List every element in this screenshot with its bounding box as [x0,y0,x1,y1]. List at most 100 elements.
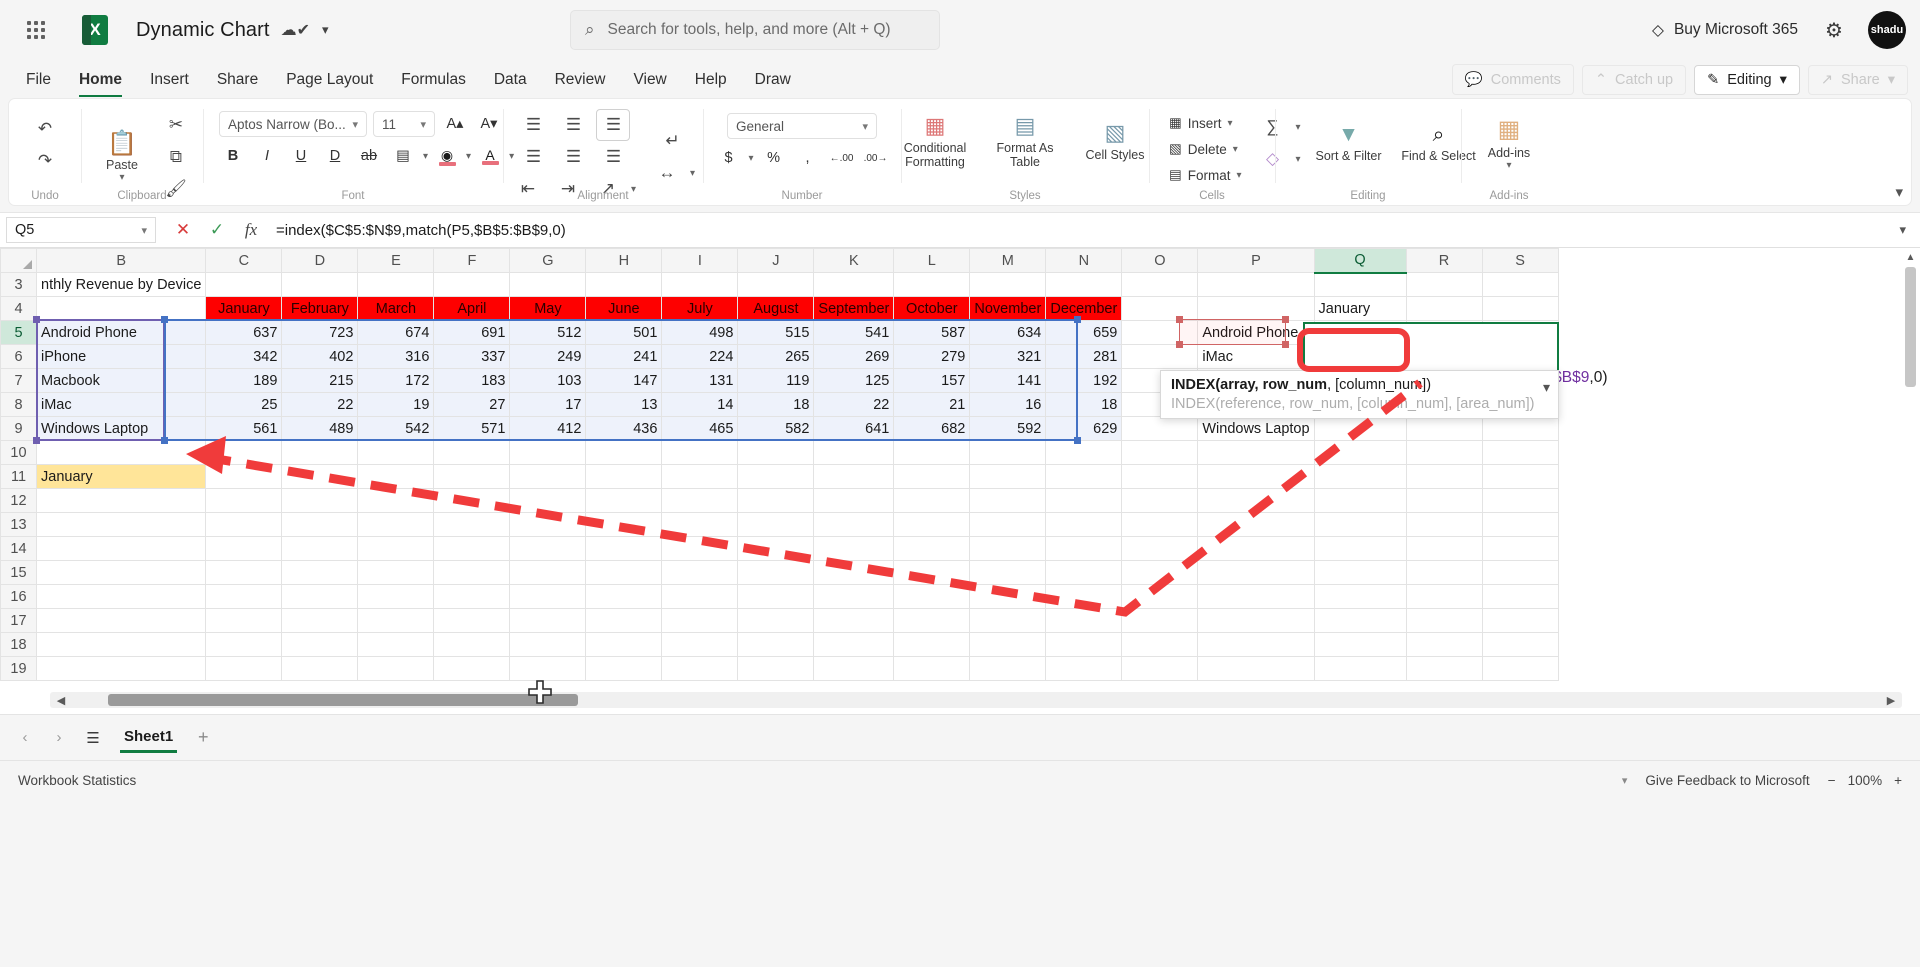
scroll-left-arrow-icon[interactable]: ◀ [50,694,72,707]
cell-B5[interactable]: Android Phone [35,320,207,345]
cell-O6[interactable] [1121,344,1199,369]
cell-G15[interactable] [509,560,587,585]
insert-cells-button[interactable]: ▦ Insert ▾ [1165,110,1246,136]
cell-N8[interactable]: 18 [1045,392,1123,417]
cell-K10[interactable] [813,440,895,465]
cell-G4[interactable]: May [509,296,587,321]
column-header-M[interactable]: M [969,248,1047,273]
cell-N4[interactable]: December [1045,296,1123,321]
cell-O3[interactable] [1121,272,1199,297]
cell-P10[interactable] [1197,440,1315,465]
cell-S10[interactable] [1481,440,1559,465]
cell-C5[interactable]: 637 [205,320,283,345]
cell-K7[interactable]: 125 [813,368,895,393]
column-header-K[interactable]: K [813,248,895,273]
cell-J16[interactable] [737,584,815,609]
cell-J8[interactable]: 18 [737,392,815,417]
cell-M14[interactable] [969,536,1047,561]
cell-E6[interactable]: 316 [357,344,435,369]
italic-button[interactable]: I [253,143,281,169]
row-header-19[interactable]: 19 [0,656,37,681]
cell-K16[interactable] [813,584,895,609]
cell-H4[interactable]: June [585,296,663,321]
cell-Q14[interactable] [1313,536,1407,561]
cell-I7[interactable]: 131 [661,368,739,393]
cell-F14[interactable] [433,536,511,561]
cell-H5[interactable]: 501 [585,320,663,345]
tab-file[interactable]: File [12,65,65,98]
paste-button[interactable]: 📋 Paste ▾ [91,129,153,185]
cell-K8[interactable]: 22 [813,392,895,417]
cell-O10[interactable] [1121,440,1199,465]
cell-B17[interactable] [35,608,207,633]
cell-I9[interactable]: 465 [661,416,739,441]
cell-H11[interactable] [585,464,663,489]
cell-K18[interactable] [813,632,895,657]
cell-G17[interactable] [509,608,587,633]
cell-R4[interactable] [1405,296,1483,321]
column-header-S[interactable]: S [1481,248,1559,273]
cell-G12[interactable] [509,488,587,513]
cell-M19[interactable] [969,656,1047,681]
increase-decimal-button[interactable]: ←.00 [828,145,856,171]
cell-R14[interactable] [1405,536,1483,561]
cell-G7[interactable]: 103 [509,368,587,393]
cell-E7[interactable]: 172 [357,368,435,393]
cell-S18[interactable] [1481,632,1559,657]
tab-help[interactable]: Help [681,65,741,98]
cell-I18[interactable] [661,632,739,657]
cell-B9[interactable]: Windows Laptop [35,416,207,441]
cell-H6[interactable]: 241 [585,344,663,369]
cell-D11[interactable] [281,464,359,489]
scroll-right-arrow-icon[interactable]: ▶ [1880,694,1902,707]
cell-H15[interactable] [585,560,663,585]
cell-B13[interactable] [35,512,207,537]
workbook-statistics-button[interactable]: Workbook Statistics [18,773,136,788]
row-header-3[interactable]: 3 [0,272,37,297]
cell-P18[interactable] [1197,632,1315,657]
column-header-I[interactable]: I [661,248,739,273]
cell-E15[interactable] [357,560,435,585]
cut-button[interactable]: ✂ [159,109,193,141]
format-as-table-button[interactable]: ▤ Format As Table [983,111,1067,171]
cell-L6[interactable]: 279 [893,344,971,369]
cell-N9[interactable]: 629 [1045,416,1123,441]
cell-K3[interactable] [813,272,895,297]
cell-Q16[interactable] [1313,584,1407,609]
chevron-down-icon[interactable]: ▾ [690,168,695,179]
buy-microsoft-365-button[interactable]: ◇ Buy Microsoft 365 [1640,13,1810,48]
cell-B16[interactable] [35,584,207,609]
comments-button[interactable]: 💬 Comments [1451,64,1574,95]
cell-H12[interactable] [585,488,663,513]
cell-J11[interactable] [737,464,815,489]
row-header-18[interactable]: 18 [0,632,37,657]
cell-N5[interactable]: 659 [1045,320,1123,345]
cell-L14[interactable] [893,536,971,561]
cell-S17[interactable] [1481,608,1559,633]
cell-M12[interactable] [969,488,1047,513]
borders-button[interactable]: ▤ [389,143,417,169]
percent-format-button[interactable]: % [760,145,788,171]
cell-L9[interactable]: 682 [893,416,971,441]
double-underline-button[interactable]: D [321,143,349,169]
cancel-x-icon[interactable]: ✕ [168,216,198,244]
column-header-J[interactable]: J [737,248,815,273]
cell-Q13[interactable] [1313,512,1407,537]
cell-L13[interactable] [893,512,971,537]
cell-K5[interactable]: 541 [813,320,895,345]
cell-P5[interactable]: Android Phone [1197,320,1315,345]
decrease-font-size-button[interactable]: A▾ [475,111,503,137]
cell-I3[interactable] [661,272,739,297]
cell-K17[interactable] [813,608,895,633]
cell-H13[interactable] [585,512,663,537]
cell-Q9[interactable] [1313,416,1407,441]
row-header-14[interactable]: 14 [0,536,37,561]
cell-P6[interactable]: iMac [1197,344,1315,369]
editing-mode-button[interactable]: ✎ Editing ▾ [1694,64,1800,95]
cell-H16[interactable] [585,584,663,609]
cell-F18[interactable] [433,632,511,657]
cell-B10[interactable] [35,440,207,465]
cell-I6[interactable]: 224 [661,344,739,369]
cell-Q10[interactable] [1313,440,1407,465]
cell-S13[interactable] [1481,512,1559,537]
